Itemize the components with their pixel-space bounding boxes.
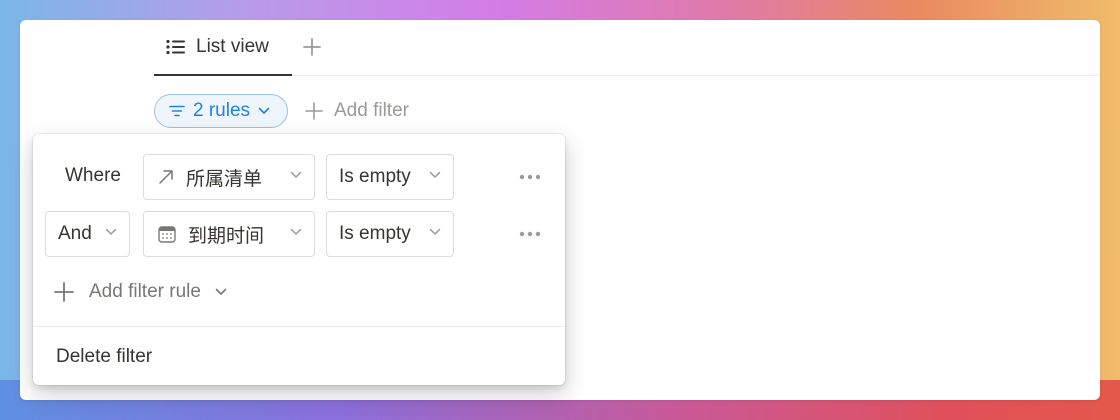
view-tabbar: List view	[154, 20, 1100, 76]
rule-property-select[interactable]: 到期时间	[143, 211, 315, 257]
tab-label: List view	[196, 36, 269, 57]
rule-connector-select[interactable]: And	[45, 211, 130, 257]
add-filter-rule-button[interactable]: Add filter rule	[53, 277, 227, 307]
filter-rules-button[interactable]: 2 rules	[154, 94, 288, 128]
filter-icon	[169, 105, 185, 117]
chevron-down-icon	[429, 228, 441, 236]
rule-condition-select[interactable]: Is empty	[326, 154, 454, 200]
add-filter-rule-label: Add filter rule	[89, 281, 201, 302]
rule-property-select[interactable]: 所属清单	[143, 154, 315, 200]
connector-label: And	[58, 223, 92, 244]
calendar-icon	[158, 225, 176, 243]
chevron-down-icon	[258, 107, 270, 115]
rule-more-button[interactable]	[515, 219, 545, 249]
more-horizontal-icon	[519, 174, 541, 180]
property-label: 所属清单	[186, 168, 263, 190]
add-filter-label: Add filter	[334, 100, 409, 121]
add-view-button[interactable]	[299, 34, 325, 60]
filter-popover: Where 所属清单 Is empty And 到期时间 Is empty Ad…	[33, 134, 565, 385]
filter-rules-label: 2 rules	[193, 100, 251, 121]
chevron-down-icon	[215, 288, 227, 296]
tab-list-view[interactable]: List view	[154, 20, 292, 76]
chevron-down-icon	[290, 171, 302, 179]
condition-label: Is empty	[339, 223, 411, 244]
delete-filter-button[interactable]: Delete filter	[56, 346, 152, 368]
plus-icon	[304, 101, 324, 121]
chevron-down-icon	[290, 228, 302, 236]
property-label: 到期时间	[188, 225, 265, 247]
condition-label: Is empty	[339, 166, 411, 187]
chevron-down-icon	[105, 228, 117, 236]
more-horizontal-icon	[519, 231, 541, 237]
relation-arrow-icon	[158, 169, 174, 185]
chevron-down-icon	[429, 171, 441, 179]
add-filter-button[interactable]: Add filter	[304, 96, 409, 126]
plus-icon	[53, 281, 75, 303]
rule-more-button[interactable]	[515, 162, 545, 192]
divider	[33, 326, 565, 327]
rule-connector-where: Where	[65, 165, 121, 186]
plus-icon	[303, 38, 321, 56]
list-icon	[166, 39, 186, 55]
rule-condition-select[interactable]: Is empty	[326, 211, 454, 257]
